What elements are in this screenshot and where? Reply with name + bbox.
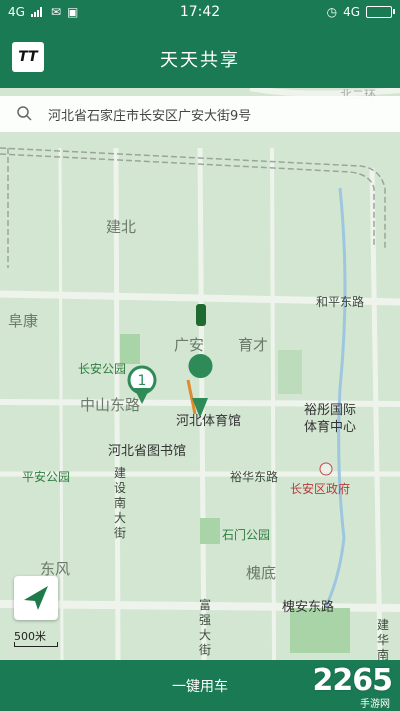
watermark-sub: 手游网 <box>360 699 390 710</box>
label-yutong-center: 裕彤国际 体育中心 <box>304 403 357 435</box>
app-header: TT 天天共享 <box>0 26 400 88</box>
label-jianshe-nandajie: 建设南大街 <box>113 466 126 540</box>
scale-bar <box>14 642 58 647</box>
label-huaian-donglu: 槐安东路 <box>282 600 335 615</box>
map-view[interactable]: 1 北二环 建北 和平东路 阜康 广安 育才 长安公园 中山东路 河北体育馆 裕… <box>0 88 400 660</box>
label-changan-gov: 长安区政府 <box>290 482 351 496</box>
label-library: 河北省图书馆 <box>108 444 187 459</box>
search-icon <box>17 106 32 121</box>
label-guangan: 广安 <box>174 336 205 354</box>
label-shimen-park: 石门公园 <box>222 528 271 542</box>
search-address[interactable]: 河北省石家庄市长安区广安大街9号 <box>48 105 251 124</box>
label-changan-park: 长安公园 <box>78 362 127 376</box>
label-jianbei: 建北 <box>106 218 137 236</box>
locate-button[interactable] <box>14 576 58 620</box>
label-pingan-park: 平安公园 <box>22 470 71 484</box>
network-right: 4G <box>343 5 360 19</box>
label-sports-hall: 河北体育馆 <box>176 414 242 429</box>
watermark-logo: 2265 <box>312 663 393 698</box>
battery-icon <box>366 6 395 18</box>
location-arrow-icon <box>24 586 48 610</box>
car-icon <box>196 304 206 326</box>
status-bar: 4G ✉ ▣ 17:42 ◷ 4G <box>0 0 400 26</box>
label-zhongshan-donglu: 中山东路 <box>80 396 141 414</box>
alarm-icon: ◷ <box>326 5 338 19</box>
page-title: 天天共享 <box>160 50 240 71</box>
label-fukang: 阜康 <box>8 312 39 330</box>
label-yuhua-donglu: 裕华东路 <box>230 470 279 484</box>
cluster-count: 1 <box>138 373 147 389</box>
label-heping-donglu: 和平东路 <box>316 295 365 309</box>
label-huaidi: 槐底 <box>246 564 277 582</box>
search-bar[interactable]: 河北省石家庄市长安区广安大街9号 <box>0 96 400 132</box>
label-fuqiang-dajie: 富强大街 <box>198 598 211 657</box>
label-jianhua: 建华南大 <box>376 618 389 660</box>
label-yucai: 育才 <box>238 336 269 354</box>
